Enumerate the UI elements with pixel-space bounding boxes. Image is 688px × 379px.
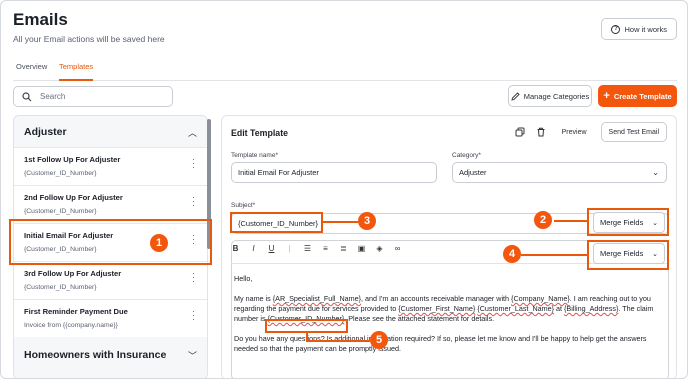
annotation-connector-2 bbox=[554, 220, 587, 222]
kebab-menu-icon[interactable]: · · · bbox=[192, 269, 195, 286]
tab-templates[interactable]: Templates bbox=[59, 62, 94, 81]
annotation-badge-3: 3 bbox=[358, 212, 376, 230]
item-subtitle: {Customer_ID_Number} bbox=[24, 170, 97, 177]
numbered-list-icon[interactable]: ≡ bbox=[320, 244, 331, 253]
annotation-connector-5b bbox=[306, 340, 370, 342]
italic-icon[interactable]: I bbox=[248, 244, 259, 253]
item-title: First Reminder Payment Due bbox=[24, 307, 128, 316]
create-template-button[interactable]: + Create Template bbox=[598, 85, 677, 107]
page-title: Emails bbox=[13, 10, 68, 29]
annotation-badge-1: 1 bbox=[150, 234, 168, 252]
search-input[interactable] bbox=[40, 92, 160, 101]
category-value: Adjuster bbox=[459, 168, 487, 177]
merge-token: {AR_Specialist_Full_Name} bbox=[272, 294, 362, 303]
kebab-menu-icon[interactable]: · · · bbox=[192, 193, 195, 210]
merge-token: {Customer_First_Name} bbox=[398, 304, 476, 313]
annotation-connector-3 bbox=[323, 221, 358, 223]
kebab-menu-icon[interactable]: · · · bbox=[192, 155, 195, 172]
merge-token: {Billing_Address} bbox=[564, 304, 619, 313]
tab-overview[interactable]: Overview bbox=[16, 62, 47, 81]
annotation-badge-5: 5 bbox=[370, 331, 388, 349]
align-left-icon[interactable]: ≣ bbox=[338, 244, 349, 253]
annotation-connector-4 bbox=[521, 254, 587, 256]
manage-categories-label: Manage Categories bbox=[523, 91, 590, 101]
chevron-down-icon: ﹀ bbox=[187, 350, 197, 361]
annotation-badge-4: 4 bbox=[503, 245, 521, 263]
plus-icon: + bbox=[603, 90, 610, 102]
highlight-body-token bbox=[265, 319, 348, 333]
category-title: Homeowners with Insurance bbox=[24, 349, 167, 361]
send-test-email-button[interactable]: Send Test Email bbox=[600, 122, 667, 142]
search-icon bbox=[22, 91, 32, 101]
app-window: Emails All your Email actions will be sa… bbox=[0, 0, 688, 379]
highlight-merge-fields-subject bbox=[587, 208, 669, 236]
category-header-homeowners[interactable]: Homeowners with Insurance ﹀ bbox=[14, 341, 207, 369]
template-name-field[interactable]: Initial Email For Adjuster bbox=[231, 162, 437, 183]
subject-label: Subject* bbox=[231, 202, 256, 209]
trash-icon[interactable] bbox=[535, 126, 548, 139]
category-select[interactable]: Adjuster ⌄ bbox=[452, 162, 667, 183]
list-item[interactable]: First Reminder Payment Due Invoice from … bbox=[14, 299, 207, 337]
item-subtitle: Invoice from {{company.name}} bbox=[24, 322, 118, 329]
item-title: 2nd Follow Up For Adjuster bbox=[24, 193, 123, 202]
merge-token: {Customer_Last_Name} bbox=[477, 304, 555, 313]
body-paragraph-2: Do you have any questions? Is additional… bbox=[234, 334, 647, 353]
underline-icon[interactable]: U bbox=[266, 244, 277, 253]
kebab-menu-icon[interactable]: · · · bbox=[192, 307, 195, 324]
template-name-label: Template name* bbox=[231, 152, 278, 159]
highlight-merge-fields-body bbox=[587, 240, 669, 270]
category-title: Adjuster bbox=[24, 126, 67, 138]
tab-bar: Overview Templates bbox=[13, 59, 677, 81]
item-title: 3rd Follow Up For Adjuster bbox=[24, 269, 122, 278]
item-title: 1st Follow Up For Adjuster bbox=[24, 155, 121, 164]
highlight-selected-template bbox=[9, 219, 212, 265]
manage-categories-button[interactable]: Manage Categories bbox=[508, 85, 592, 107]
search-box[interactable] bbox=[13, 86, 173, 107]
copy-icon[interactable] bbox=[514, 126, 527, 139]
list-item[interactable]: 3rd Follow Up For Adjuster {Customer_ID_… bbox=[14, 261, 207, 299]
editor-actions: Preview Send Test Email bbox=[514, 122, 667, 142]
annotation-badge-2: 2 bbox=[534, 211, 552, 229]
image-icon[interactable]: ▣ bbox=[356, 244, 367, 253]
create-template-label: Create Template bbox=[613, 91, 672, 101]
body-greeting: Hello, bbox=[234, 274, 253, 283]
item-subtitle: {Customer_ID_Number} bbox=[24, 208, 97, 215]
chevron-down-icon: ⌄ bbox=[652, 168, 659, 177]
preview-button[interactable]: Preview bbox=[556, 129, 593, 136]
format-toolbar: B I U | ☰ ≡ ≣ ▣ ◈ ∞ bbox=[230, 244, 403, 253]
category-header-adjuster[interactable]: Adjuster ︿ bbox=[14, 118, 207, 146]
edit-template-title: Edit Template bbox=[231, 128, 289, 138]
text-color-icon[interactable]: ◈ bbox=[374, 244, 385, 253]
list-item[interactable]: 2nd Follow Up For Adjuster {Customer_ID_… bbox=[14, 185, 207, 223]
page-subtitle: All your Email actions will be saved her… bbox=[13, 34, 165, 44]
toolbar-separator: | bbox=[288, 244, 291, 253]
bold-icon[interactable]: B bbox=[230, 244, 241, 253]
category-label: Category* bbox=[452, 152, 481, 159]
list-item[interactable]: 1st Follow Up For Adjuster {Customer_ID_… bbox=[14, 147, 207, 185]
pencil-icon bbox=[511, 91, 520, 101]
item-subtitle: {Customer_ID_Number} bbox=[24, 284, 97, 291]
chevron-up-icon: ︿ bbox=[187, 127, 197, 138]
bullet-list-icon[interactable]: ☰ bbox=[302, 244, 313, 253]
help-icon: ? bbox=[611, 24, 621, 34]
link-icon[interactable]: ∞ bbox=[392, 244, 403, 253]
highlight-subject-token bbox=[230, 212, 323, 233]
how-it-works-label: How it works bbox=[624, 24, 667, 34]
how-it-works-button[interactable]: ? How it works bbox=[601, 18, 677, 40]
template-name-value: Initial Email For Adjuster bbox=[238, 168, 319, 177]
merge-token: {Company_Name} bbox=[511, 294, 570, 303]
